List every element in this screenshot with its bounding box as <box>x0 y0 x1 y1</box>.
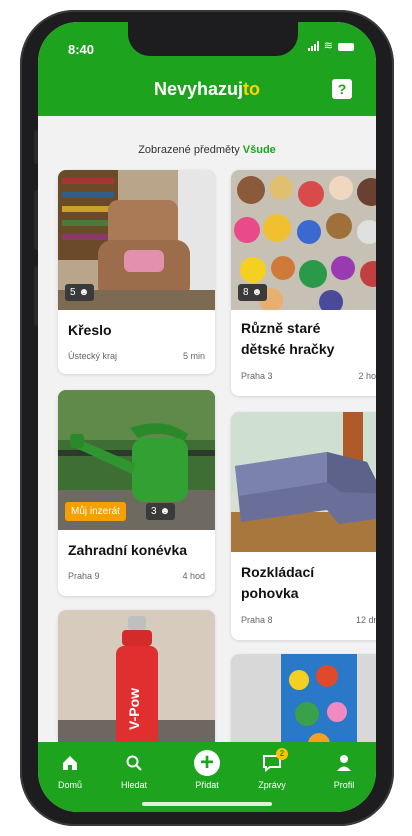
filter-label: Zobrazené předměty <box>138 144 240 156</box>
search-icon <box>104 752 164 774</box>
app-screen: 8:40 ≋ Nevyhazujto ? Zobrazené předměty … <box>38 22 376 812</box>
interested-badge: 8 ☻ <box>238 284 268 301</box>
item-title-line1: Rozkládací <box>241 564 315 580</box>
item-title-line2: pohovka <box>241 585 299 601</box>
item-card-hracky[interactable]: 8 ☻ Různě staré dětské hračky Praha 3 2 … <box>231 170 376 396</box>
item-title-line2: dětské hračky <box>241 341 335 357</box>
item-time: 5 min <box>182 351 205 361</box>
wifi-icon: ≋ <box>323 40 333 52</box>
nav-home[interactable]: Domů <box>40 752 100 790</box>
app-header: 8:40 ≋ Nevyhazujto ? <box>38 22 376 116</box>
nav-search[interactable]: Hledat <box>104 752 164 790</box>
nav-add-label: Přidat <box>195 780 219 790</box>
item-card-konevka[interactable]: Můj inzerát 3 ☻ Zahradní konévka Praha 9… <box>58 390 215 596</box>
nav-profile[interactable]: Profil <box>314 752 374 790</box>
status-time: 8:40 <box>68 42 95 57</box>
bottle-label-text: V-Pow <box>126 687 142 730</box>
item-location: Praha 9 <box>68 571 100 581</box>
item-photo-towel <box>231 654 376 754</box>
filter-value[interactable]: Všude <box>243 144 276 156</box>
nav-add[interactable]: + Přidat <box>177 750 237 790</box>
messages-count-badge: 2 <box>276 748 288 760</box>
item-time: 2 hod <box>358 371 376 381</box>
app-title-accent: to <box>243 79 261 99</box>
app-title: Nevyhazujto <box>38 79 376 100</box>
nav-home-label: Domů <box>57 780 82 790</box>
plus-icon: + <box>194 750 220 776</box>
items-feed[interactable]: Zobrazené předměty Všude 5 ☻ Křeslo Úste… <box>38 116 376 770</box>
notch <box>128 22 298 56</box>
person-icon: ☻ <box>251 287 263 298</box>
filter-line[interactable]: Zobrazené předměty Všude <box>38 144 376 156</box>
interested-count: 5 <box>70 287 76 298</box>
item-card-pohovka[interactable]: Rozkládací pohovka Praha 8 12 dní <box>231 412 376 640</box>
nav-profile-label: Profil <box>333 780 355 790</box>
add-icon-wrap: + <box>177 750 237 776</box>
interested-badge: 5 ☻ <box>65 284 95 301</box>
item-photo-sofa <box>231 412 376 552</box>
item-title: Různě staré dětské hračky <box>241 318 334 360</box>
item-location: Ústecký kraj <box>68 351 118 361</box>
status-icons: ≋ <box>307 40 354 52</box>
nav-messages[interactable]: 2 Zprávy <box>242 748 302 790</box>
person-icon <box>314 752 374 774</box>
help-button[interactable]: ? <box>332 79 352 99</box>
item-card-kreslo[interactable]: 5 ☻ Křeslo Ústecký kraj 5 min <box>58 170 215 374</box>
home-indicator <box>142 802 272 806</box>
item-title: Rozkládací pohovka <box>241 562 314 604</box>
nav-search-label: Hledat <box>120 780 147 790</box>
app-title-main: Nevyhazuj <box>153 79 244 99</box>
home-icon <box>40 752 100 774</box>
interested-count: 8 <box>243 287 249 298</box>
item-title: Křeslo <box>68 322 112 338</box>
interested-badge: 3 ☻ <box>146 503 176 520</box>
item-title-line1: Různě staré <box>241 320 321 336</box>
battery-icon <box>338 43 354 51</box>
my-listing-badge: Můj inzerát <box>65 502 126 521</box>
item-location: Praha 8 <box>241 615 273 625</box>
signal-icon <box>307 41 319 51</box>
nav-messages-label: Zprávy <box>258 780 286 790</box>
message-icon-wrap: 2 <box>242 748 302 774</box>
item-card-towel[interactable] <box>231 654 376 754</box>
item-time: 4 hod <box>182 571 205 581</box>
person-icon: ☻ <box>78 287 90 298</box>
interested-count: 3 <box>151 506 157 517</box>
person-icon: ☻ <box>159 506 171 517</box>
bottom-navigation: Domů Hledat + Přidat 2 Zprávy Profil <box>38 742 376 812</box>
item-location: Praha 3 <box>241 371 273 381</box>
item-time: 12 dní <box>355 615 376 625</box>
item-title: Zahradní konévka <box>68 542 188 558</box>
